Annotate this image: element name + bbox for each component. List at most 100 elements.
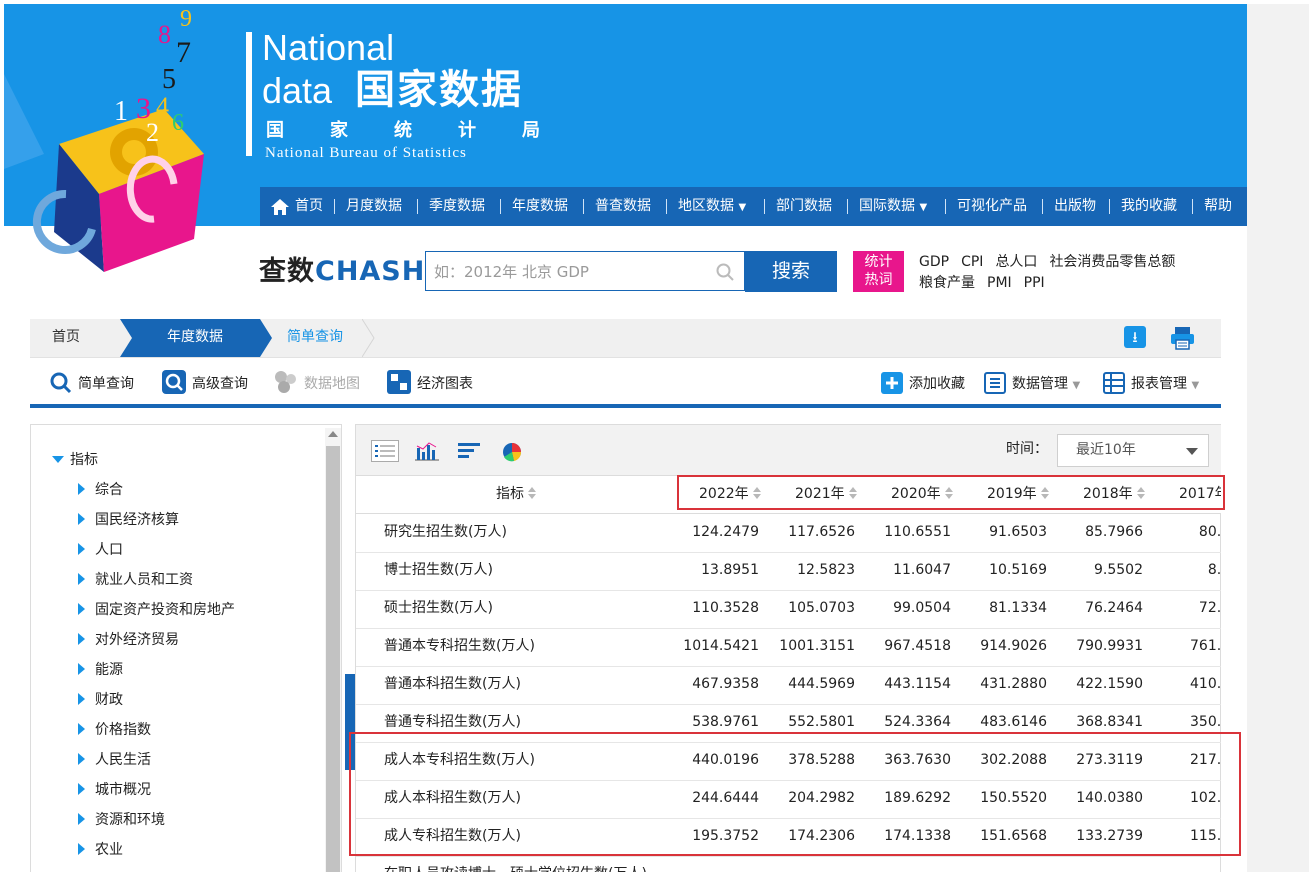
table-row: 研究生招生数(万人) 124.2479 117.6526 110.6551 91.650… [356,514,1221,553]
table-row: 硕士招生数(万人) 110.3528 105.0703 99.0504 81.1334 7… [356,590,1221,629]
tree-item[interactable]: 综合 [78,479,123,501]
search-icon [716,263,734,281]
hot-word-link[interactable]: 粮食产量 [919,275,975,291]
scroll-up-icon[interactable] [328,431,338,437]
sort-icon [528,487,537,499]
nav-department[interactable]: 部门数据 [776,187,832,226]
hot-word-link[interactable]: GDP [919,254,949,270]
tree-item[interactable]: 能源 [78,659,123,681]
nav-publications[interactable]: 出版物 [1054,187,1096,226]
table-cell: 91.6503 [989,524,1047,540]
brand-bureau-cn: 国家统计局 [266,120,586,141]
nav-home[interactable]: 首页 [295,187,323,226]
nav-monthly[interactable]: 月度数据 [346,187,402,226]
tree-item[interactable]: 价格指数 [78,719,151,741]
table-view-icon[interactable] [371,440,399,462]
search-input[interactable] [432,252,706,292]
table-cell: 110.6551 [884,524,951,540]
horizontal-bar-view-icon[interactable] [456,440,484,462]
hot-word-link[interactable]: PPI [1024,275,1045,291]
search-button[interactable]: 搜索 [745,251,837,292]
tree-root[interactable]: 指标 [52,449,98,471]
hot-words-row-1: GDP CPI 总人口 社会消费品零售总额 [919,252,1187,272]
nav-annual[interactable]: 年度数据 [512,187,568,226]
nav-regional[interactable]: 地区数据 ▼ [678,187,746,226]
tree-item[interactable]: 人口 [78,539,123,561]
nav-quarterly[interactable]: 季度数据 [429,187,485,226]
tree-item[interactable]: 农业 [78,839,123,861]
row-indicator-name[interactable]: 普通本专科招生数(万人) [384,628,535,665]
nav-help[interactable]: 帮助 [1204,187,1232,226]
highlight-box-adult-rows [349,732,1241,856]
hot-word-link[interactable]: CPI [961,254,983,270]
advanced-search-icon [162,370,186,394]
nav-visualization[interactable]: 可视化产品 [957,187,1027,226]
row-indicator-name[interactable]: 研究生招生数(万人) [384,514,507,551]
econ-chart-tab[interactable]: 经济图表 [387,369,473,399]
time-range-select[interactable]: 最近10年 [1057,434,1209,467]
chevron-down-icon: ▼ [1191,380,1200,391]
hot-word-link[interactable]: 社会消费品零售总额 [1049,254,1175,270]
tree-scrollbar-thumb[interactable] [326,446,340,872]
table-cell: 1001.3151 [779,638,855,654]
table-icon [1103,372,1125,394]
caret-right-icon [78,753,85,765]
table-cell: 76.2464 [1085,600,1143,616]
tree-item[interactable]: 城市概况 [78,779,151,801]
nav-favorites[interactable]: 我的收藏 [1121,187,1177,226]
row-indicator-name[interactable]: 博士招生数(万人) [384,552,493,589]
tree-item[interactable]: 固定资产投资和房地产 [78,599,235,621]
table-cell: 790.9931 [1076,638,1143,654]
hot-word-link[interactable]: PMI [987,275,1012,291]
report-manage-menu[interactable]: 报表管理 ▼ [1103,369,1199,399]
toolbar-underline [30,404,1221,408]
brand-cn-title: 国家数据 [355,67,523,113]
tree-item[interactable]: 资源和环境 [78,809,165,831]
home-icon[interactable] [271,199,289,215]
table-cell: 431.2880 [980,676,1047,692]
tree-item[interactable]: 国民经济核算 [78,509,179,531]
row-indicator-name[interactable]: 硕士招生数(万人) [384,590,493,627]
indicator-tree [30,424,342,872]
table-cell: 444.5969 [788,676,855,692]
breadcrumb-section[interactable]: 年度数据 [120,319,270,357]
row-indicator-name[interactable]: 在职人员攻读博士、硕士学位招生数(万人) [384,856,647,872]
download-icon[interactable]: ⭳ [1124,326,1146,348]
tree-item[interactable]: 对外经济贸易 [78,629,179,651]
header-indicator[interactable]: 指标 [496,476,537,512]
hot-words-row-2: 粮食产量 PMI PPI [919,273,1057,293]
caret-right-icon [78,633,85,645]
breadcrumb-home[interactable]: 首页 [30,319,125,357]
add-favorite-button[interactable]: 添加收藏 [881,369,965,399]
caret-right-icon [78,813,85,825]
main-nav: 首页 月度数据 季度数据 年度数据 普查数据 地区数据 ▼ 部门数据 国际数据 … [260,187,1247,226]
table-cell: 410.75 [1190,676,1221,692]
hot-word-link[interactable]: 总人口 [995,254,1037,270]
chevron-down-icon: ▼ [919,202,928,213]
tree-item[interactable]: 人民生活 [78,749,151,771]
tree-item[interactable]: 就业人员和工资 [78,569,193,591]
tree-item[interactable]: 财政 [78,689,123,711]
caret-right-icon [78,603,85,615]
table-cell: 117.6526 [788,524,855,540]
table-cell: 443.1154 [884,676,951,692]
print-icon[interactable] [1170,326,1195,350]
data-map-tab[interactable]: 数据地图 [274,369,360,399]
advanced-query-tab[interactable]: 高级查询 [162,369,248,399]
nav-census[interactable]: 普查数据 [595,187,651,226]
table-cell: 110.3528 [692,600,759,616]
table-cell: 105.0703 [788,600,855,616]
data-manage-menu[interactable]: 数据管理 ▼ [984,369,1080,399]
search-icon [50,372,72,394]
bar-chart-view-icon[interactable] [413,440,441,462]
pie-chart-view-icon[interactable] [500,440,528,462]
simple-query-tab[interactable]: 简单查询 [50,369,134,399]
table-cell: 12.5823 [797,562,855,578]
page-gutter [1247,4,1309,872]
caret-down-icon [52,456,64,463]
chart-icon [387,370,411,394]
table-cell: 1014.5421 [683,638,759,654]
caret-right-icon [78,843,85,855]
nav-international[interactable]: 国际数据 ▼ [859,187,927,226]
row-indicator-name[interactable]: 普通本科招生数(万人) [384,666,521,703]
